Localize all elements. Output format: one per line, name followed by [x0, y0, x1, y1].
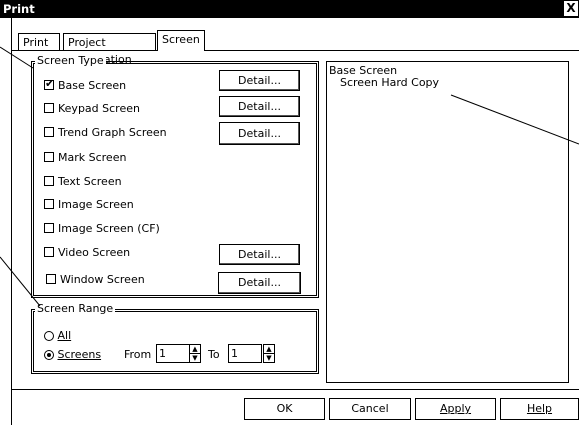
to-label: To [208, 348, 220, 361]
checkbox-image-screen-cf[interactable]: Image Screen (CF) [44, 221, 160, 235]
chevron-up-icon[interactable]: ▲ [264, 345, 274, 354]
detail-button-window-screen[interactable]: Detail... [218, 272, 301, 294]
from-label: From [124, 348, 152, 361]
screen-type-legend: Screen Type [35, 54, 106, 67]
detail-button-label: Detail... [238, 276, 281, 289]
checkbox-label: Image Screen (CF) [58, 221, 160, 235]
radio-screens-label: Screens [58, 348, 102, 361]
ok-button[interactable]: OK [244, 398, 325, 420]
radio-screens-text: Screens [57, 348, 102, 361]
checkbox-box[interactable] [44, 223, 54, 233]
tab-project-information[interactable]: Project Information [63, 33, 156, 66]
detail-button-label: Detail... [238, 127, 281, 140]
checkbox-base-screen[interactable]: Base Screen [44, 77, 127, 92]
checkbox-label: Trend Graph Screen [58, 125, 167, 139]
detail-button-label: Detail... [238, 74, 281, 87]
checkbox-box[interactable] [44, 152, 54, 162]
checkbox-label: Base Screen [58, 78, 127, 92]
chevron-up-icon[interactable]: ▲ [190, 345, 200, 354]
checkbox-label: Video Screen [58, 245, 131, 259]
from-input[interactable]: 1 [156, 344, 190, 363]
chevron-down-icon[interactable]: ▼ [264, 354, 274, 362]
preview-line-screen-hard-copy: Screen Hard Copy [340, 76, 440, 89]
apply-button[interactable]: Apply [415, 398, 496, 420]
checkbox-box[interactable] [44, 103, 54, 113]
detail-button-label: Detail... [238, 248, 281, 261]
checkbox-image-screen[interactable]: Image Screen [44, 197, 134, 211]
checkbox-mark-screen[interactable]: Mark Screen [44, 150, 126, 164]
checkbox-text-screen[interactable]: Text Screen [44, 174, 122, 188]
help-button[interactable]: Help [500, 398, 579, 420]
checkbox-box[interactable] [44, 247, 54, 257]
checkbox-label: Window Screen [60, 272, 145, 286]
radio-circle[interactable] [44, 350, 54, 360]
radio-all-text: All [57, 329, 72, 342]
checkbox-box[interactable] [44, 127, 54, 137]
detail-button-video-screen[interactable]: Detail... [219, 244, 300, 265]
checkbox-box[interactable] [44, 176, 54, 186]
screen-range-group [31, 309, 319, 374]
apply-button-label: Apply [439, 402, 472, 415]
checkbox-window-screen[interactable]: Window Screen [46, 272, 145, 286]
tab-screen[interactable]: Screen [157, 30, 205, 51]
tab-print-label: Print [23, 36, 49, 49]
checkbox-keypad-screen[interactable]: Keypad Screen [44, 101, 140, 115]
detail-button-keypad-screen[interactable]: Detail... [219, 96, 300, 117]
detail-button-base-screen[interactable]: Detail... [219, 70, 300, 91]
radio-all[interactable]: All [44, 329, 71, 342]
close-icon[interactable]: X [564, 1, 578, 16]
window-title: Print [3, 2, 35, 16]
ok-button-label: OK [276, 402, 293, 415]
checkbox-box[interactable] [44, 199, 54, 209]
cancel-button[interactable]: Cancel [329, 398, 411, 420]
checkbox-box[interactable] [44, 77, 54, 90]
screen-range-legend: Screen Range [35, 302, 116, 315]
chevron-down-icon[interactable]: ▼ [190, 354, 200, 362]
checkbox-label: Text Screen [58, 174, 122, 188]
radio-screens[interactable]: Screens [44, 348, 101, 361]
to-input[interactable]: 1 [228, 344, 262, 363]
detail-button-trend-graph-screen[interactable]: Detail... [219, 122, 300, 145]
radio-circle[interactable] [44, 331, 54, 341]
checkbox-label: Mark Screen [58, 150, 127, 164]
checkbox-label: Keypad Screen [58, 101, 140, 115]
help-button-label: Help [526, 402, 553, 415]
tab-screen-label: Screen [162, 33, 200, 46]
tab-print[interactable]: Print [18, 33, 60, 50]
checkbox-label: Image Screen [58, 197, 134, 211]
checkbox-box[interactable] [46, 274, 56, 284]
detail-button-label: Detail... [238, 100, 281, 113]
title-bar: Print X [0, 0, 579, 18]
checkbox-video-screen[interactable]: Video Screen [44, 245, 130, 259]
from-stepper[interactable]: ▲ ▼ [189, 344, 201, 363]
cancel-button-label: Cancel [351, 402, 389, 415]
to-stepper[interactable]: ▲ ▼ [263, 344, 275, 363]
checkbox-trend-graph-screen[interactable]: Trend Graph Screen [44, 125, 167, 139]
preview-panel: Base Screen Screen Hard Copy [326, 61, 569, 383]
radio-all-label: All [58, 329, 72, 342]
